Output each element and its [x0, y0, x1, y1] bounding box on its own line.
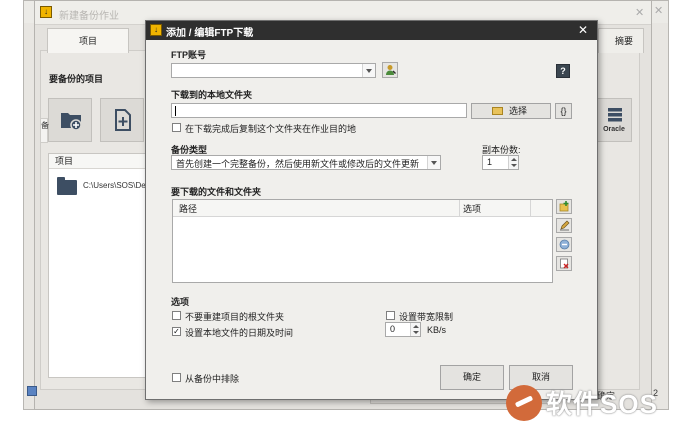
- exclude-from-backup-label: 从备份中排除: [185, 374, 240, 384]
- chevron-down-icon: [362, 64, 375, 77]
- add-folder-tile[interactable]: [48, 98, 92, 142]
- help-icon[interactable]: ?: [556, 64, 570, 78]
- status-icon: [27, 386, 37, 396]
- ftp-account-select[interactable]: [171, 63, 376, 78]
- delete-icon: [560, 258, 569, 269]
- files-table-header: 路径 选项: [173, 200, 552, 217]
- list-header: 项目: [49, 154, 147, 169]
- column-path[interactable]: 路径: [179, 202, 197, 215]
- tab-summary[interactable]: 摘要: [598, 28, 644, 53]
- remove-icon: [559, 239, 570, 250]
- copies-stepper[interactable]: 1: [482, 155, 519, 170]
- local-folder-input[interactable]: [171, 103, 467, 118]
- oracle-label: Oracle: [603, 126, 625, 133]
- tab-items[interactable]: 项目: [47, 28, 129, 53]
- text-caret: [175, 106, 176, 116]
- folder-icon: [57, 177, 77, 195]
- copy-after-download-checkbox[interactable]: [172, 123, 181, 132]
- add-file-button[interactable]: [556, 199, 572, 214]
- ok-button[interactable]: 确定: [440, 365, 504, 390]
- background-item-list: 项目 C:\Users\SOS\Des: [48, 153, 150, 378]
- watermark-logo-icon: [506, 385, 542, 421]
- app-icon: ↓: [150, 24, 162, 36]
- stepper-arrows[interactable]: [410, 323, 420, 336]
- no-root-folder-label: 不要重建项目的根文件夹: [185, 312, 285, 322]
- section-title: 要备份的项目: [49, 74, 104, 84]
- column-divider: [530, 200, 531, 216]
- column-options[interactable]: 选项: [463, 202, 481, 215]
- copies-value: 1: [487, 157, 493, 167]
- stepper-arrows[interactable]: [508, 156, 518, 169]
- set-date-label: 设置本地文件的日期及时间: [185, 328, 294, 338]
- dialog-title-bar: ↓ 添加 / 编辑FTP下载 ✕: [146, 21, 597, 40]
- background-window-title: 新建备份作业: [59, 11, 119, 22]
- select-folder-label: 选择: [508, 106, 527, 116]
- add-file-tile[interactable]: [100, 98, 144, 142]
- folder-icon: [492, 107, 503, 115]
- exclude-from-backup-checkbox[interactable]: [172, 373, 181, 382]
- ftp-account-label: FTP账号: [171, 50, 206, 60]
- copy-after-download-label: 在下载完成后复制这个文件夹在作业目的地: [185, 124, 357, 134]
- ftp-download-dialog: ↓ 添加 / 编辑FTP下载 ✕ FTP账号 ? 下载到的本地文件夹 选择 {}…: [145, 20, 598, 400]
- remove-file-button[interactable]: [556, 237, 572, 252]
- backup-type-value: 首先创建一个完整备份，然后使用新文件或修改后的文件更新: [176, 159, 420, 169]
- dialog-title: 添加 / 编辑FTP下载: [166, 28, 254, 39]
- bandwidth-unit: KB/s: [427, 325, 447, 335]
- variables-button[interactable]: {}: [555, 103, 572, 119]
- folder-add-icon: [61, 113, 82, 131]
- add-icon: [559, 201, 569, 212]
- backup-type-select[interactable]: 首先创建一个完整备份，然后使用新文件或修改后的文件更新: [171, 155, 441, 170]
- close-icon[interactable]: ✕: [654, 4, 663, 17]
- set-date-checkbox[interactable]: ✓: [172, 327, 181, 336]
- files-table[interactable]: 路径 选项: [172, 199, 553, 283]
- edit-icon: [560, 220, 570, 231]
- column-divider: [459, 200, 460, 216]
- app-icon: ↓: [40, 6, 52, 18]
- local-folder-label: 下载到的本地文件夹: [171, 90, 253, 100]
- files-label: 要下载的文件和文件夹: [171, 187, 262, 197]
- delete-file-button[interactable]: [556, 256, 572, 271]
- background-edge-label: 备: [40, 118, 49, 143]
- bandwidth-limit-checkbox[interactable]: [386, 311, 395, 320]
- watermark: 软件SOS: [506, 381, 700, 425]
- options-label: 选项: [171, 297, 190, 307]
- bandwidth-stepper[interactable]: 0: [385, 322, 421, 337]
- no-root-folder-checkbox[interactable]: [172, 311, 181, 320]
- oracle-icon: [608, 108, 622, 122]
- manage-accounts-button[interactable]: [382, 62, 398, 78]
- bandwidth-value: 0: [390, 324, 396, 334]
- file-add-icon: [115, 109, 131, 131]
- close-icon[interactable]: ✕: [578, 23, 588, 37]
- edit-file-button[interactable]: [556, 218, 572, 233]
- select-folder-button[interactable]: 选择: [471, 103, 551, 119]
- list-item-path: C:\Users\SOS\Des: [83, 181, 150, 190]
- close-icon[interactable]: ✕: [635, 6, 644, 19]
- user-icon: [386, 65, 396, 75]
- chevron-down-icon: [427, 156, 440, 169]
- watermark-text: 软件SOS: [546, 389, 658, 419]
- oracle-tile[interactable]: Oracle: [596, 98, 632, 142]
